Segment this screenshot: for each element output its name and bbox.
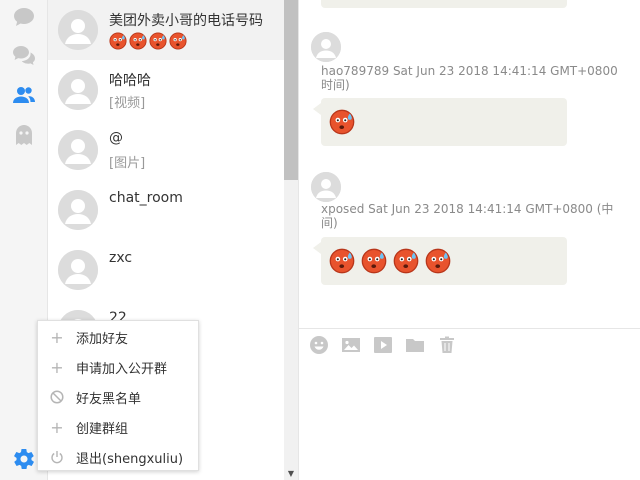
face-emoji-icon <box>425 248 451 274</box>
face-emoji-icon <box>361 248 387 274</box>
emoji-icon[interactable] <box>309 335 329 355</box>
menu-item-label: 创建群组 <box>76 421 129 437</box>
folder-icon[interactable] <box>405 335 425 355</box>
conversation-item[interactable]: 哈哈哈 [视频] <box>48 60 284 120</box>
menu-item-label: 申请加入公开群 <box>76 361 168 377</box>
bubble-tail <box>313 103 321 115</box>
chat-pane: hao789789 Sat Jun 23 2018 14:41:14 GMT+0… <box>298 0 640 480</box>
conversation-preview: [图片] <box>109 156 146 171</box>
message-sender-time: xposed Sat Jun 23 2018 14:41:14 GMT+0800… <box>321 202 614 216</box>
menu-item-create-group[interactable]: + 创建群组 <box>38 412 198 442</box>
image-icon[interactable] <box>341 335 361 355</box>
message-bubble <box>321 98 567 146</box>
ghost-icon[interactable] <box>11 122 37 148</box>
conversation-item[interactable]: @ [图片] <box>48 120 284 180</box>
menu-item-logout[interactable]: 退出(shengxuliu) <box>38 442 198 472</box>
group-chat-icon[interactable] <box>11 42 37 68</box>
message-time-continued: 间) <box>321 216 338 230</box>
menu-item-add-friend[interactable]: + 添加好友 <box>38 322 198 352</box>
chat-bubble-icon[interactable] <box>11 4 37 30</box>
scroll-down-arrow-icon[interactable]: ▼ <box>284 466 298 480</box>
message-time-continued: 时间) <box>321 78 350 92</box>
conversation-item[interactable]: zxc <box>48 240 284 300</box>
menu-item-friend-blacklist[interactable]: 好友黑名单 <box>38 382 198 412</box>
message-bubble <box>321 237 567 285</box>
avatar <box>58 250 98 290</box>
face-emoji-icon <box>329 248 355 274</box>
avatar <box>311 172 341 202</box>
conversation-item[interactable]: 美团外卖小哥的电话号码 <box>48 0 284 60</box>
menu-item-join-public-group[interactable]: + 申请加入公开群 <box>38 352 198 382</box>
avatar <box>58 190 98 230</box>
ban-icon <box>50 390 64 404</box>
power-icon <box>50 450 64 464</box>
face-emoji-icon <box>129 32 147 50</box>
trash-icon[interactable] <box>437 335 457 355</box>
plus-icon: + <box>50 357 64 377</box>
face-emoji-icon <box>149 32 167 50</box>
gear-icon[interactable] <box>11 446 37 472</box>
conversation-name: 哈哈哈 <box>109 73 151 89</box>
conversation-name: zxc <box>109 250 133 266</box>
conversation-preview: [视频] <box>109 96 146 111</box>
settings-menu: + 添加好友 + 申请加入公开群 好友黑名单 + 创建群组 退出(shengxu… <box>37 320 199 471</box>
plus-icon: + <box>50 417 64 437</box>
face-emoji-icon <box>393 248 419 274</box>
conversation-preview-emojis <box>109 32 187 50</box>
bubble-tail <box>313 242 321 254</box>
conversation-item[interactable]: chat_room <box>48 180 284 240</box>
conversation-name: chat_room <box>109 190 183 206</box>
avatar <box>58 130 98 170</box>
face-emoji-icon <box>169 32 187 50</box>
face-emoji-icon <box>329 109 355 135</box>
face-emoji-icon <box>109 32 127 50</box>
video-icon[interactable] <box>373 335 393 355</box>
contacts-icon[interactable] <box>11 82 37 108</box>
composer-divider <box>299 328 640 329</box>
menu-item-label: 退出(shengxuliu) <box>76 451 184 467</box>
conversation-name: 美团外卖小哥的电话号码 <box>109 13 263 29</box>
scrollbar-thumb[interactable] <box>284 0 298 180</box>
conversation-scrollbar[interactable]: ▼ <box>284 0 298 480</box>
avatar <box>58 10 98 50</box>
conversation-name: @ <box>109 130 123 146</box>
plus-icon: + <box>50 327 64 347</box>
message-sender-time: hao789789 Sat Jun 23 2018 14:41:14 GMT+0… <box>321 64 618 78</box>
menu-item-label: 好友黑名单 <box>76 391 142 407</box>
avatar <box>58 70 98 110</box>
menu-item-label: 添加好友 <box>76 331 129 347</box>
message-bubble <box>321 0 567 8</box>
composer-toolbar <box>309 335 457 355</box>
avatar <box>311 32 341 62</box>
